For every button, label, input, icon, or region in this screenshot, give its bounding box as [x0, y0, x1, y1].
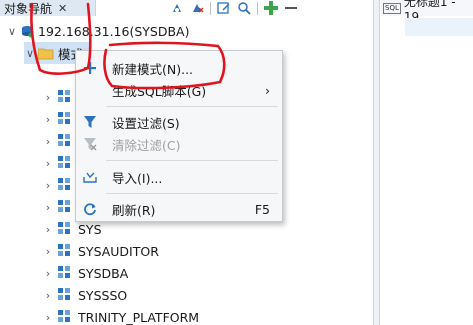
tree-schema-node[interactable]: › [42, 152, 78, 174]
tree-schema-node[interactable]: › SYSAUDITOR [42, 240, 159, 262]
connect-icon[interactable] [170, 1, 184, 15]
tab-sql-editor[interactable]: SQL 无标题1 - 19 [381, 0, 473, 24]
menu-separator [106, 106, 278, 107]
connection-label: 192.168.31.16(SYSDBA) [38, 23, 190, 39]
schema-icon [58, 310, 72, 324]
expand-chevron-icon[interactable]: › [42, 245, 54, 258]
schema-icon [58, 178, 72, 192]
menu-item-shortcut: F5 [254, 201, 270, 217]
plus-icon [82, 60, 98, 76]
menu-item-label: 设置过滤(S) [112, 115, 180, 131]
filter-icon [82, 114, 98, 130]
context-menu: 新建模式(N)... 生成SQL脚本(G) › 设置过滤(S) 清除过滤(C) … [75, 50, 283, 222]
schema-icon [58, 112, 72, 126]
schema-label: SYSDBA [78, 265, 129, 281]
expand-chevron-icon[interactable]: › [42, 91, 54, 104]
expand-chevron-icon[interactable]: › [42, 223, 54, 236]
schema-icon [58, 288, 72, 302]
expand-chevron-icon[interactable]: › [42, 311, 54, 324]
folder-icon [37, 47, 54, 60]
tab-close-icon[interactable]: ✕ [58, 2, 67, 15]
edit-icon[interactable] [217, 1, 231, 15]
collapse-icon[interactable] [284, 1, 298, 15]
tree-schema-node[interactable]: › SYSSSO [42, 284, 127, 306]
menu-item-label: 清除过滤(C) [112, 137, 181, 153]
schema-icon [58, 222, 72, 236]
schema-label: SYSAUDITOR [78, 243, 159, 259]
schema-icon [58, 156, 72, 170]
panel-splitter[interactable] [373, 0, 380, 325]
tab-object-navigator[interactable]: 对象导航 ✕ [0, 0, 96, 16]
toolbar-separator [210, 1, 211, 15]
schema-label: SYS [78, 221, 102, 237]
expand-chevron-icon[interactable]: › [42, 201, 54, 214]
search-icon[interactable] [237, 1, 251, 15]
menu-item-label: 新建模式(N)... [112, 61, 194, 77]
tree-schema-node[interactable]: › SYSDBA [42, 262, 128, 284]
editor-current-line[interactable] [405, 18, 473, 36]
menu-item-refresh[interactable]: 刷新(R) F5 [76, 198, 282, 220]
expand-all-icon[interactable] [264, 1, 278, 15]
tree-schema-node[interactable]: › [42, 108, 78, 130]
database-connection-icon [20, 24, 34, 38]
disconnect-icon[interactable] [190, 1, 204, 15]
menu-item-clear-filter[interactable]: 清除过滤(C) [76, 133, 282, 155]
collapse-chevron-icon[interactable]: ∨ [24, 47, 36, 60]
clear-filter-icon [82, 136, 98, 152]
schema-icon [58, 244, 72, 258]
sql-file-icon: SQL [383, 2, 401, 14]
expand-chevron-icon[interactable]: › [42, 113, 54, 126]
menu-separator [106, 160, 278, 161]
tree-schema-node[interactable]: › TRINITY_PLATFORM [42, 306, 199, 325]
submenu-arrow-icon: › [265, 82, 270, 98]
expand-chevron-icon[interactable]: › [42, 157, 54, 170]
schema-icon [58, 134, 72, 148]
collapse-chevron-icon[interactable]: ∨ [6, 25, 18, 38]
import-icon [82, 169, 98, 185]
schema-icon [58, 266, 72, 280]
menu-item-label: 刷新(R) [112, 202, 156, 218]
menu-separator [106, 193, 278, 194]
navigator-toolbar [170, 0, 298, 16]
tree-schema-node[interactable]: › [42, 196, 78, 218]
toolbar-separator [257, 1, 258, 15]
tree-connection-node[interactable]: ∨ 192.168.31.16(SYSDBA) [6, 20, 190, 42]
schema-label: TRINITY_PLATFORM [78, 309, 200, 325]
navigator-tabbar: 对象导航 ✕ [0, 0, 373, 16]
menu-item-generate-sql[interactable]: 生成SQL脚本(G) › [76, 79, 282, 101]
tree-schema-node[interactable]: › [42, 86, 78, 108]
schema-icon [58, 200, 72, 214]
expand-chevron-icon[interactable]: › [42, 289, 54, 302]
expand-chevron-icon[interactable]: › [42, 135, 54, 148]
schema-label: SYSSSO [78, 287, 128, 303]
schema-icon [58, 90, 72, 104]
expand-chevron-icon[interactable]: › [42, 267, 54, 280]
menu-item-import[interactable]: 导入(I)... [76, 166, 282, 188]
sql-editor-panel: SQL 无标题1 - 19 [381, 0, 473, 325]
tree-schema-node[interactable]: › [42, 130, 78, 152]
menu-item-new-schema[interactable]: 新建模式(N)... [76, 57, 282, 79]
tree-schema-node[interactable]: › [42, 174, 78, 196]
expand-chevron-icon[interactable]: › [42, 179, 54, 192]
menu-item-label: 生成SQL脚本(G) [112, 83, 207, 99]
menu-item-set-filter[interactable]: 设置过滤(S) [76, 111, 282, 133]
tab-label: 对象导航 [4, 1, 53, 16]
menu-item-label: 导入(I)... [112, 170, 163, 186]
refresh-icon [82, 201, 98, 217]
